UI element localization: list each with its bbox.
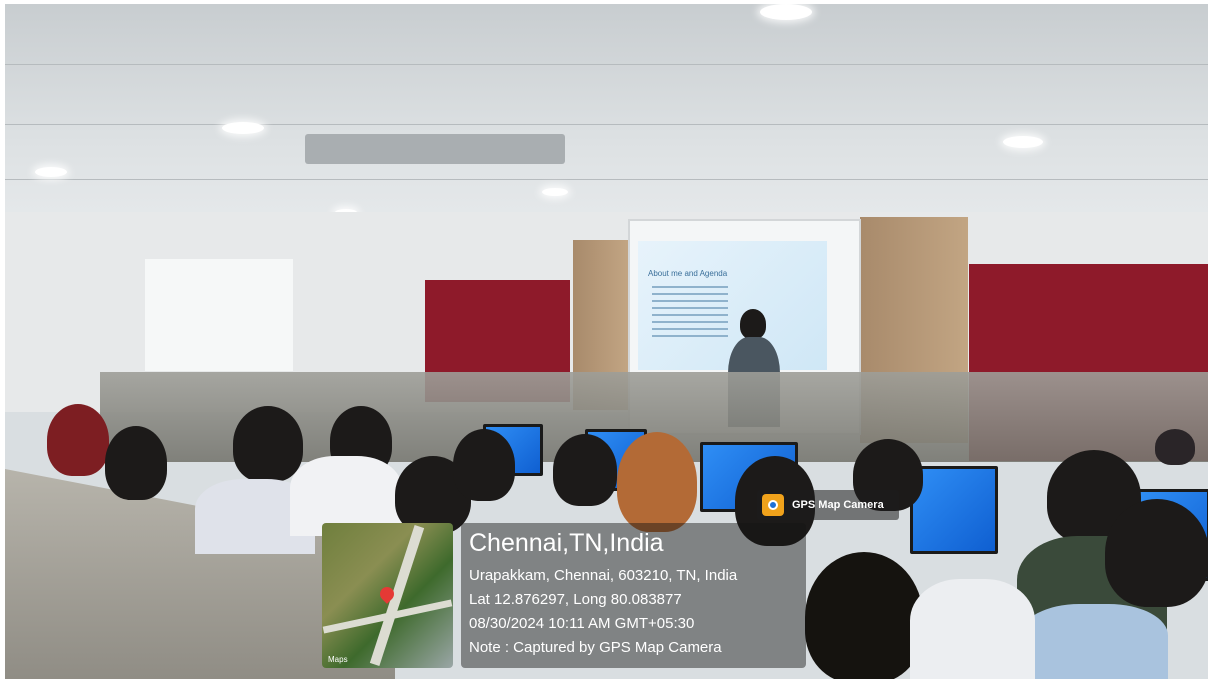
student <box>47 404 109 476</box>
student <box>1155 429 1195 465</box>
ceiling-light <box>1003 136 1043 148</box>
slide-bullets <box>638 281 728 337</box>
location-info-box: Chennai,TN,India Urapakkam, Chennai, 603… <box>461 523 806 668</box>
gps-app-tag: GPS Map Camera <box>757 490 899 520</box>
place-title: Chennai,TN,India <box>469 529 664 557</box>
map-label: Maps <box>328 655 348 664</box>
gps-map-camera-icon <box>762 494 784 516</box>
presenter-head <box>740 309 766 339</box>
map-road <box>369 525 425 666</box>
ceiling-light <box>760 4 812 20</box>
gps-app-name: GPS Map Camera <box>792 499 884 511</box>
student <box>233 406 303 482</box>
monitor <box>910 466 998 554</box>
classroom-photo: About me and Agenda GPS Map Camera Maps … <box>5 4 1208 679</box>
note-line: Note : Captured by GPS Map Camera <box>469 639 722 656</box>
ceiling-grid <box>5 124 1208 125</box>
ceiling-light <box>222 122 264 134</box>
student <box>453 429 515 501</box>
ceiling-light <box>35 167 67 177</box>
student <box>805 552 923 679</box>
coordinates-line: Lat 12.876297, Long 80.083877 <box>469 591 682 608</box>
map-thumbnail: Maps <box>322 523 453 668</box>
ceiling-grid <box>5 64 1208 65</box>
window <box>145 259 293 371</box>
student <box>617 432 697 532</box>
student-shirt <box>1020 604 1168 679</box>
student <box>553 434 617 506</box>
timestamp-line: 08/30/2024 10:11 AM GMT+05:30 <box>469 615 695 632</box>
student <box>1105 499 1208 607</box>
student-shirt <box>910 579 1035 679</box>
address-line: Urapakkam, Chennai, 603210, TN, India <box>469 567 738 584</box>
ceiling-ac-unit <box>305 134 565 164</box>
ceiling-grid <box>5 179 1208 180</box>
slide-title: About me and Agenda <box>648 269 728 278</box>
student <box>105 426 167 500</box>
ceiling-light <box>542 188 568 196</box>
